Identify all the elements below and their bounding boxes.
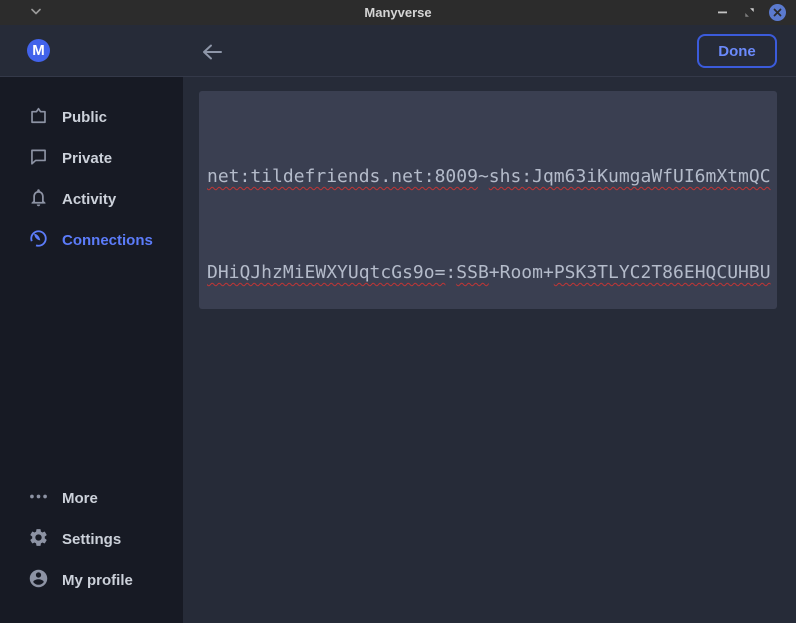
main-panel: net:tildefriends.net:8009~shs:Jqm63iKumg… xyxy=(183,77,796,623)
sidebar-bottom-group: More Settings My profile xyxy=(0,478,183,623)
sidebar: Public Private Activity xyxy=(0,77,183,623)
done-button[interactable]: Done xyxy=(697,34,777,68)
minimize-button[interactable] xyxy=(717,0,729,25)
sidebar-item-public[interactable]: Public xyxy=(0,97,183,138)
ellipsis-icon xyxy=(28,486,49,512)
logo-letter: M xyxy=(32,42,45,59)
window-controls xyxy=(717,0,786,25)
bulletin-board-icon xyxy=(28,105,49,131)
sidebar-item-more[interactable]: More xyxy=(0,478,183,519)
sidebar-item-label: Connections xyxy=(62,232,153,249)
sidebar-item-label: My profile xyxy=(62,572,133,589)
app-header: M Done xyxy=(0,25,796,77)
sidebar-item-label: Private xyxy=(62,150,112,167)
restore-button[interactable] xyxy=(743,0,755,25)
sidebar-item-label: Settings xyxy=(62,531,121,548)
invite-code-line: DHiQJhzMiEWXYUqtcGs9o=:SSB+Room+PSK3TLYC… xyxy=(207,257,769,289)
manyverse-logo: M xyxy=(27,39,50,62)
sidebar-item-private[interactable]: Private xyxy=(0,138,183,179)
gauge-icon xyxy=(28,228,49,254)
window-title: Manyverse xyxy=(364,5,431,20)
sidebar-item-label: More xyxy=(62,490,98,507)
back-button[interactable] xyxy=(197,37,227,67)
account-circle-icon xyxy=(28,568,49,594)
sidebar-item-label: Activity xyxy=(62,191,116,208)
close-button[interactable] xyxy=(769,4,786,21)
invite-code-line: net:tildefriends.net:8009~shs:Jqm63iKumg… xyxy=(207,161,769,193)
bell-icon xyxy=(28,187,49,213)
invite-code-field[interactable]: net:tildefriends.net:8009~shs:Jqm63iKumg… xyxy=(199,91,777,309)
window-titlebar: Manyverse xyxy=(0,0,796,25)
sidebar-item-settings[interactable]: Settings xyxy=(0,519,183,560)
gear-icon xyxy=(28,527,49,553)
sidebar-item-activity[interactable]: Activity xyxy=(0,179,183,220)
message-bubble-icon xyxy=(28,146,49,172)
content-area: Public Private Activity xyxy=(0,77,796,623)
sidebar-item-connections[interactable]: Connections xyxy=(0,220,183,261)
sidebar-item-my-profile[interactable]: My profile xyxy=(0,560,183,601)
sidebar-item-label: Public xyxy=(62,109,107,126)
chevron-down-icon[interactable] xyxy=(31,8,41,15)
